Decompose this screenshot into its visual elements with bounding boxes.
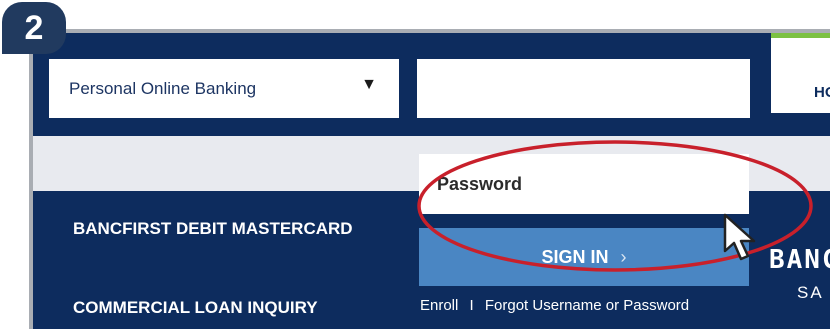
brand-sub-text: SA [797,283,824,302]
account-type-select[interactable]: Personal Online Banking ▼ [49,59,399,118]
link-separator: I [469,297,474,314]
step-number: 2 [24,8,44,47]
login-links: Enroll I Forgot Username or Password [420,297,689,314]
password-input[interactable]: Password [419,154,749,214]
step-badge: 2 [2,2,66,54]
password-placeholder: Password [437,173,523,194]
screenshot-frame: HO Personal Online Banking ▼ Password BA… [29,29,830,329]
side-menu: BANCFIRST DEBIT MASTERCARD COMMERCIAL LO… [33,191,399,329]
mouse-pointer-icon [723,213,756,261]
sign-in-button[interactable]: SIGN IN › [419,228,749,286]
username-input[interactable] [417,59,750,118]
chevron-right-icon: › [620,246,627,267]
brand-logo-text: BANC [769,245,830,275]
menu-item-commercial-loan[interactable]: COMMERCIAL LOAN INQUIRY [73,298,318,318]
triangle-down-icon: ▼ [361,76,377,93]
sign-in-label: SIGN IN [541,246,609,267]
top-nav: HO [771,38,830,113]
nav-item-home[interactable]: HO [814,84,830,101]
enroll-link[interactable]: Enroll [420,297,458,314]
account-type-value: Personal Online Banking [69,78,257,98]
forgot-credentials-link[interactable]: Forgot Username or Password [485,297,689,314]
menu-item-debit-mastercard[interactable]: BANCFIRST DEBIT MASTERCARD [73,219,353,239]
